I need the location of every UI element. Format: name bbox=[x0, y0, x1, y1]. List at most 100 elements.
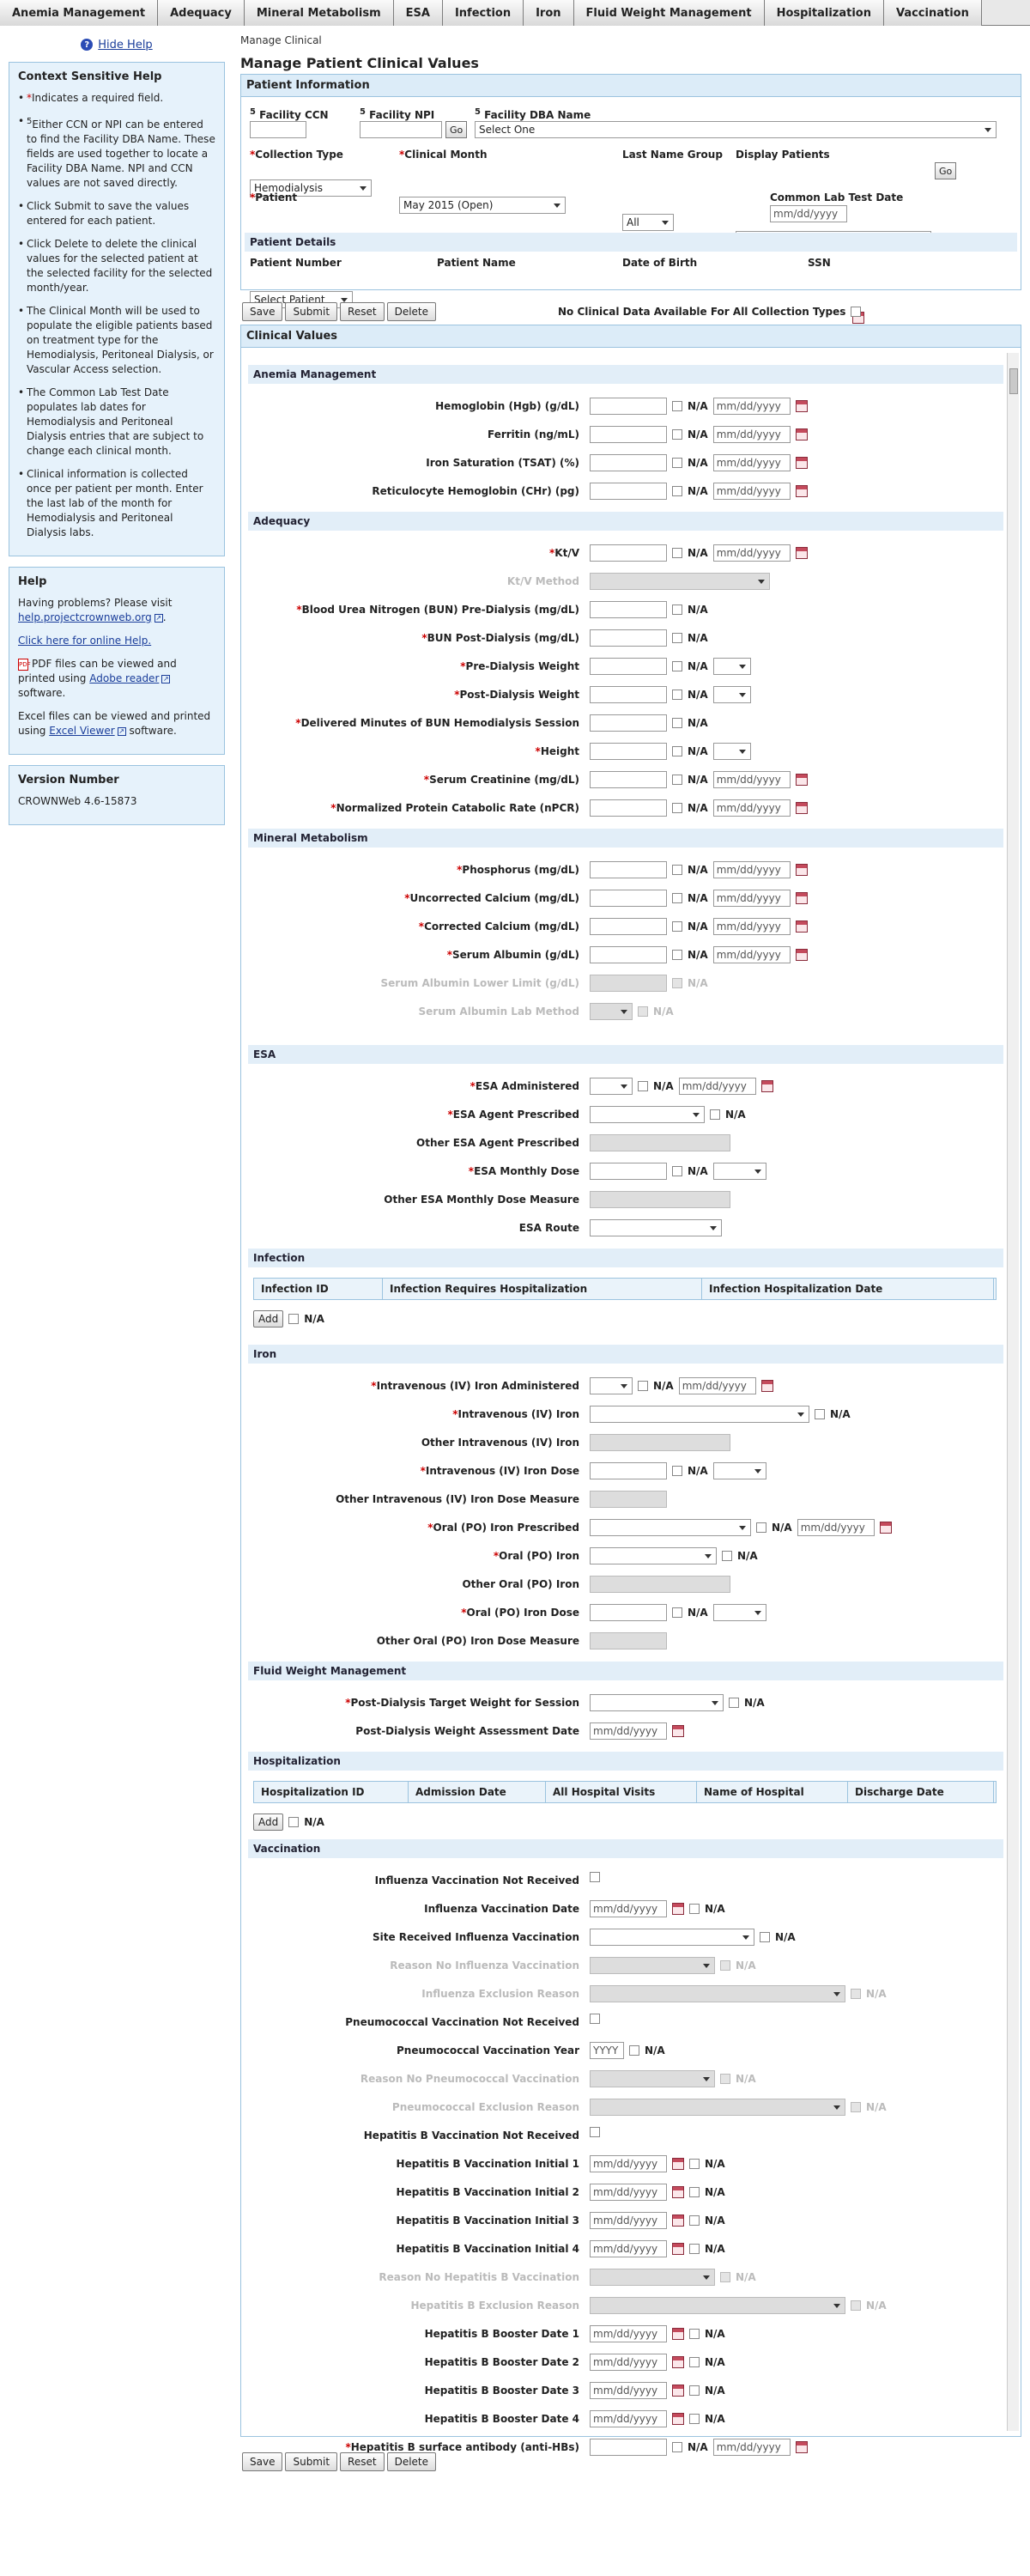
pn_year-year-input[interactable]: YYYY bbox=[590, 2042, 624, 2059]
uncorr-na-checkbox[interactable] bbox=[672, 893, 682, 903]
hide-help-label[interactable]: Hide Help bbox=[98, 39, 152, 52]
hb4-na-checkbox[interactable] bbox=[689, 2244, 700, 2254]
hb3-na-checkbox[interactable] bbox=[689, 2215, 700, 2226]
esa_admin-na-checkbox[interactable] bbox=[638, 1081, 648, 1091]
iv_dose-select[interactable] bbox=[712, 1462, 766, 1479]
calendar-icon[interactable] bbox=[795, 920, 808, 933]
po_iron-na-checkbox[interactable] bbox=[722, 1551, 732, 1561]
calendar-icon[interactable] bbox=[672, 2328, 684, 2340]
calendar-icon[interactable] bbox=[795, 774, 808, 786]
ferritin-date-input[interactable]: mm/dd/yyyy bbox=[712, 426, 791, 443]
hgb-input[interactable] bbox=[590, 398, 667, 415]
hb4-date-input[interactable]: mm/dd/yyyy bbox=[590, 2240, 667, 2257]
post_wt-input[interactable] bbox=[590, 686, 667, 703]
esa_admin-select[interactable] bbox=[590, 1078, 633, 1095]
calendar-icon[interactable] bbox=[672, 1903, 684, 1915]
post_wt-na-checkbox[interactable] bbox=[672, 690, 682, 700]
inf-add-button[interactable]: Add bbox=[253, 1310, 284, 1327]
flu_site-na-checkbox[interactable] bbox=[760, 1932, 770, 1942]
po_pres-select[interactable] bbox=[590, 1519, 751, 1536]
hbb2-na-checkbox[interactable] bbox=[689, 2357, 700, 2367]
esa_dose-na-checkbox[interactable] bbox=[672, 1166, 682, 1176]
calendar-icon[interactable] bbox=[672, 2158, 684, 2170]
height-select[interactable] bbox=[712, 743, 751, 760]
calendar-icon[interactable] bbox=[672, 2186, 684, 2198]
help-site-link[interactable]: help.projectcrownweb.org bbox=[18, 611, 152, 623]
esa_dose-select[interactable] bbox=[712, 1163, 766, 1180]
online-help-link[interactable]: Click here for online Help. bbox=[18, 635, 151, 647]
calendar-icon[interactable] bbox=[795, 802, 808, 814]
hgb-na-checkbox[interactable] bbox=[672, 401, 682, 411]
target_wt-na-checkbox[interactable] bbox=[729, 1698, 739, 1708]
hb2-date-input[interactable]: mm/dd/yyyy bbox=[590, 2184, 667, 2201]
npcr-na-checkbox[interactable] bbox=[672, 803, 682, 813]
last-name-group-select[interactable]: All bbox=[622, 214, 674, 231]
esa_dose-input[interactable] bbox=[590, 1163, 667, 1180]
bun_pre-input[interactable] bbox=[590, 601, 667, 618]
facility-npi-go-button[interactable]: Go bbox=[445, 121, 468, 138]
ktv-na-checkbox[interactable] bbox=[672, 548, 682, 558]
calendar-icon[interactable] bbox=[795, 428, 808, 440]
uncorr-input[interactable] bbox=[590, 890, 667, 907]
delete-button[interactable]: Delete bbox=[386, 302, 437, 321]
bun_pre-na-checkbox[interactable] bbox=[672, 605, 682, 615]
ktv-input[interactable] bbox=[590, 544, 667, 562]
target_wt-select[interactable] bbox=[590, 1694, 724, 1711]
calendar-icon[interactable] bbox=[672, 1725, 684, 1737]
hbb4-date-input[interactable]: mm/dd/yyyy bbox=[590, 2410, 667, 2427]
save-button-bottom[interactable]: Save bbox=[242, 2452, 283, 2471]
calendar-icon[interactable] bbox=[795, 949, 808, 961]
calendar-icon[interactable] bbox=[760, 1080, 773, 1092]
tab-mineral-metabolism[interactable]: Mineral Metabolism bbox=[244, 0, 394, 26]
iv_admin-date-input[interactable]: mm/dd/yyyy bbox=[678, 1377, 756, 1394]
adobe-reader-link[interactable]: Adobe reader bbox=[89, 672, 159, 684]
hbb3-date-input[interactable]: mm/dd/yyyy bbox=[590, 2382, 667, 2399]
hosp-add-button[interactable]: Add bbox=[253, 1814, 284, 1831]
delivered-input[interactable] bbox=[590, 714, 667, 732]
phos-date-input[interactable]: mm/dd/yyyy bbox=[712, 861, 791, 878]
bun_post-input[interactable] bbox=[590, 629, 667, 647]
pn_not-na-checkbox[interactable] bbox=[590, 2014, 600, 2024]
iv_dose-na-checkbox[interactable] bbox=[672, 1466, 682, 1476]
save-button[interactable]: Save bbox=[242, 302, 283, 321]
calendar-icon[interactable] bbox=[672, 2215, 684, 2227]
post_wt-select[interactable] bbox=[712, 686, 751, 703]
chr-date-input[interactable]: mm/dd/yyyy bbox=[712, 483, 791, 500]
delete-button-bottom[interactable]: Delete bbox=[386, 2452, 437, 2471]
npcr-input[interactable] bbox=[590, 799, 667, 817]
ferritin-na-checkbox[interactable] bbox=[672, 429, 682, 440]
no-clinical-data-checkbox[interactable] bbox=[851, 307, 862, 317]
tab-adequacy[interactable]: Adequacy bbox=[158, 0, 245, 26]
height-na-checkbox[interactable] bbox=[672, 746, 682, 756]
tab-vaccination[interactable]: Vaccination bbox=[883, 0, 982, 26]
tab-anemia-management[interactable]: Anemia Management bbox=[0, 0, 159, 26]
corr-na-checkbox[interactable] bbox=[672, 921, 682, 932]
phos-na-checkbox[interactable] bbox=[672, 865, 682, 875]
calendar-icon[interactable] bbox=[795, 864, 808, 876]
hb1-date-input[interactable]: mm/dd/yyyy bbox=[590, 2155, 667, 2172]
hbb1-na-checkbox[interactable] bbox=[689, 2329, 700, 2339]
tab-infection[interactable]: Infection bbox=[442, 0, 524, 26]
calendar-icon[interactable] bbox=[795, 547, 808, 559]
iv_admin-na-checkbox[interactable] bbox=[638, 1381, 648, 1391]
creat-na-checkbox[interactable] bbox=[672, 775, 682, 785]
excel-viewer-link[interactable]: Excel Viewer bbox=[49, 725, 114, 737]
corr-input[interactable] bbox=[590, 918, 667, 935]
hgb-date-input[interactable]: mm/dd/yyyy bbox=[712, 398, 791, 415]
submit-button[interactable]: Submit bbox=[285, 302, 338, 321]
facility-ccn-input[interactable] bbox=[250, 121, 306, 138]
tsat-date-input[interactable]: mm/dd/yyyy bbox=[712, 454, 791, 471]
hb2-na-checkbox[interactable] bbox=[689, 2187, 700, 2197]
facility-dba-select[interactable]: Select One bbox=[475, 121, 997, 138]
ferritin-input[interactable] bbox=[590, 426, 667, 443]
esa_agent-na-checkbox[interactable] bbox=[710, 1109, 720, 1120]
calendar-icon[interactable] bbox=[795, 892, 808, 904]
calendar-icon[interactable] bbox=[672, 2356, 684, 2368]
hide-help-link[interactable]: ? Hide Help bbox=[9, 34, 225, 55]
albumin-na-checkbox[interactable] bbox=[672, 950, 682, 960]
iv_dose-input[interactable] bbox=[590, 1462, 667, 1479]
flu_date-na-checkbox[interactable] bbox=[689, 1904, 700, 1914]
po_dose-input[interactable] bbox=[590, 1604, 667, 1621]
pre_wt-na-checkbox[interactable] bbox=[672, 661, 682, 671]
tab-hospitalization[interactable]: Hospitalization bbox=[764, 0, 884, 26]
